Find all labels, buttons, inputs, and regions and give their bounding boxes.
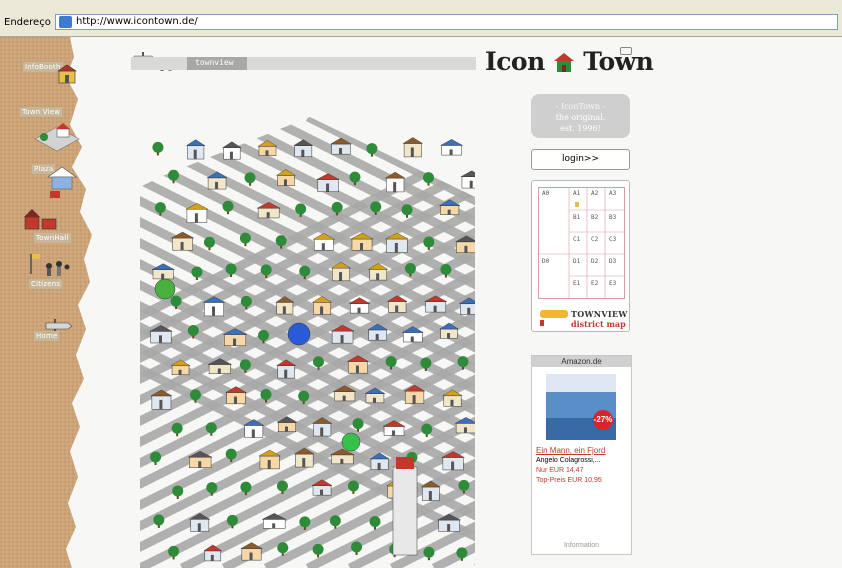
tree-icon <box>203 236 215 251</box>
section-label: townview <box>195 58 234 67</box>
tagline-line1: - IconTown - <box>555 102 606 111</box>
discount-badge: -27% <box>593 410 613 430</box>
address-label: Endereço <box>4 17 51 28</box>
amazon-ad: Amazon.de -27% Ein Mann, ein Fjord Angel… <box>531 355 632 555</box>
tagline-line2: the original. <box>555 113 606 122</box>
district-cell-b3[interactable]: B3 <box>609 214 616 221</box>
address-input[interactable]: http://www.icontown.de/ <box>55 14 838 30</box>
skyscraper-icon[interactable] <box>392 457 418 556</box>
logo-badge-icon <box>620 47 632 55</box>
section-header-bar: townview <box>131 57 476 70</box>
house-icon[interactable] <box>440 139 463 156</box>
logo-text-right: Town <box>583 47 654 76</box>
book-cover-image[interactable]: -27% <box>546 374 616 440</box>
townview-sign-icon <box>540 310 568 318</box>
district-cell-a2[interactable]: A2 <box>591 190 598 197</box>
district-map-title: TOWNVIEW <box>571 309 628 319</box>
tree-icon <box>369 516 381 530</box>
sidebar-item-label: TownHall <box>34 233 71 243</box>
town-view-icon <box>34 123 80 152</box>
house-icon[interactable] <box>460 170 475 189</box>
login-button[interactable]: login>> <box>531 149 630 170</box>
district-cell-e2[interactable]: E2 <box>591 280 598 287</box>
tree-icon <box>401 204 413 218</box>
sidebar-item-label: Citizens <box>29 279 63 289</box>
green-ball-icon[interactable] <box>154 278 176 300</box>
sidebar-item-label: Home <box>34 331 60 341</box>
info-booth-icon <box>57 64 77 84</box>
tree-icon <box>244 172 256 186</box>
tree-icon <box>423 236 435 250</box>
district-map: A0 A1 A2 A3 B1 B2 B3 C1 C2 C3 D0 D1 D2 D… <box>531 180 630 332</box>
address-url: http://www.icontown.de/ <box>76 16 198 27</box>
town-map[interactable] <box>140 117 475 568</box>
house-icon[interactable] <box>240 542 263 561</box>
logo-house-icon <box>554 53 574 72</box>
book-author: Angelo Colagrossi,... <box>536 457 601 464</box>
district-cell-c2[interactable]: C2 <box>591 236 598 243</box>
tagline-panel: - IconTown - the original. est. 1996! <box>531 94 630 138</box>
browser-address-bar: Endereço http://www.icontown.de/ <box>0 0 842 37</box>
tree-icon <box>150 451 162 465</box>
tree-icon <box>351 541 363 556</box>
district-cell-d2[interactable]: D2 <box>591 258 598 265</box>
town-hall-icon <box>24 209 57 230</box>
amazon-information-link[interactable]: Information <box>532 542 631 549</box>
tree-icon <box>152 141 164 156</box>
district-cell-c1[interactable]: C1 <box>573 236 580 243</box>
tagline-line3: est. 1996! <box>560 124 601 133</box>
district-cell-d0[interactable]: D0 <box>542 258 549 265</box>
house-icon[interactable] <box>222 141 242 160</box>
district-grid: A0 A1 A2 A3 B1 B2 B3 C1 C2 C3 D0 D1 D2 D… <box>538 187 625 299</box>
green-dome-icon[interactable] <box>341 432 361 452</box>
house-icon[interactable] <box>348 297 371 314</box>
book-top-price: Top-Preis EUR 10,95 <box>536 477 602 484</box>
plaza-icon <box>47 166 77 198</box>
district-cell-e3[interactable]: E3 <box>609 280 616 287</box>
globe-building-icon[interactable] <box>287 322 311 346</box>
district-cell-b2[interactable]: B2 <box>591 214 598 221</box>
house-icon[interactable] <box>402 137 424 158</box>
page-icon <box>59 16 72 28</box>
tree-icon <box>171 422 183 437</box>
district-cell-a3[interactable]: A3 <box>609 190 616 197</box>
tree-icon <box>153 514 165 528</box>
signpost-icon <box>540 320 544 326</box>
logo-text-left: Icon <box>485 47 545 76</box>
book-price: Nur EUR 14,47 <box>536 467 584 474</box>
district-cell-c3[interactable]: C3 <box>609 236 616 243</box>
tree-icon <box>423 546 435 561</box>
tree-icon <box>222 200 234 215</box>
book-title-link[interactable]: Ein Mann, ein Fjord <box>536 446 605 455</box>
district-cell-b1[interactable]: B1 <box>573 214 580 221</box>
tree-icon <box>172 485 184 499</box>
district-map-subtitle[interactable]: district map <box>571 319 626 329</box>
district-cell-a1[interactable]: A1 <box>573 190 580 197</box>
amazon-header: Amazon.de <box>532 356 631 367</box>
sidebar-item-label: Town View <box>20 107 63 117</box>
web-page: InfoBooth Town View Plaza TownHall Citiz… <box>0 37 842 568</box>
sidebar-nav: InfoBooth Town View Plaza TownHall Citiz… <box>0 37 95 568</box>
house-icon[interactable] <box>185 139 206 160</box>
district-cell-d3[interactable]: D3 <box>609 258 616 265</box>
district-cell-e1[interactable]: E1 <box>573 280 580 287</box>
citizens-icon <box>30 254 70 276</box>
district-cell-d1[interactable]: D1 <box>573 258 580 265</box>
tree-icon <box>239 232 251 247</box>
district-cell-a0[interactable]: A0 <box>542 190 549 197</box>
tree-icon <box>347 480 359 494</box>
tree-icon <box>312 543 324 558</box>
house-icon[interactable] <box>151 263 175 280</box>
